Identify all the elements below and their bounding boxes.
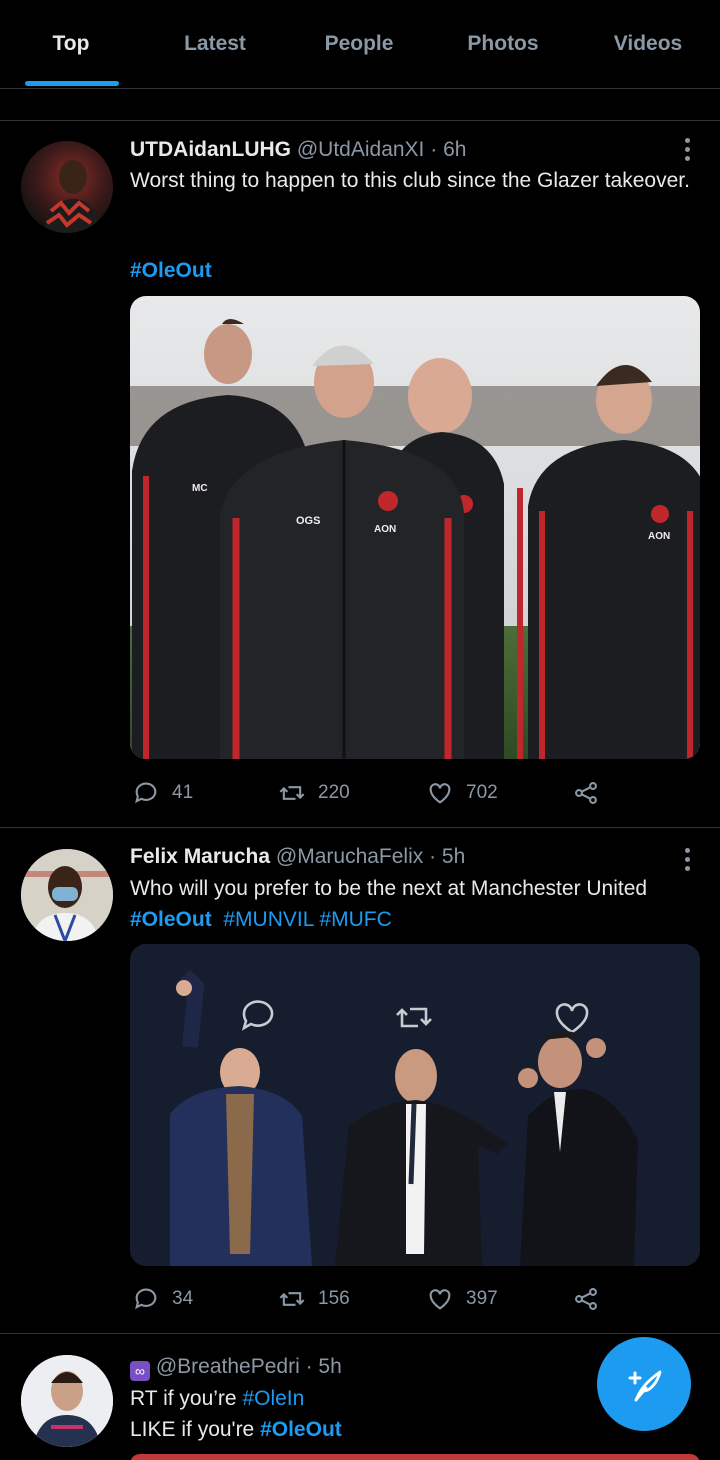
tab-label: Top [52,32,90,55]
tab-label: Latest [184,32,246,55]
reply-button[interactable]: 41 [132,777,193,809]
text-segment: RT if you’re [130,1387,243,1410]
avatar[interactable] [21,849,113,941]
badge-mc: MC [192,483,208,494]
tab-latest[interactable]: Latest [142,0,288,88]
badge-ogs: OGS [296,515,320,527]
retweet-count: 156 [318,1288,350,1309]
tweet-actions: 34 156 397 [130,1283,610,1315]
tweet-card[interactable]: Felix Marucha @MaruchaFelix · 5h Who wil… [0,828,720,1333]
username[interactable]: @BreathePedri [156,1355,300,1378]
badge-aon: AON [374,524,396,535]
retweet-icon [279,1292,305,1306]
tab-label: Photos [467,32,539,55]
tweet-actions: 41 220 702 [130,777,610,809]
tab-people[interactable]: People [288,0,430,88]
heart-icon [429,1289,451,1310]
hashtag-link[interactable]: #MUFC [319,908,391,931]
tweet-header: ∞ @BreathePedri · 5h [130,1355,342,1381]
more-icon[interactable] [684,138,692,165]
hashtag-link[interactable]: #OleOut [260,1418,342,1441]
retweet-icon [279,786,305,800]
tweet-header: UTDAidanLUHG @UtdAidanXI · 6h [130,138,466,162]
tab-top[interactable]: Top [0,0,142,88]
verified-symbol-icon: ∞ [130,1361,150,1381]
hashtags: #OleOut #MUNVIL #MUFC [130,904,700,935]
tweet-photo[interactable] [130,944,700,1266]
tweet-text: Who will you prefer to be the next at Ma… [130,877,648,900]
tweet-card[interactable]: UTDAidanLUHG @UtdAidanXI · 6h Worst thin… [0,121,720,827]
display-name[interactable]: UTDAidanLUHG [130,138,291,161]
avatar[interactable] [21,1355,113,1447]
compose-tweet-button[interactable] [597,1337,691,1431]
retweet-count: 220 [318,782,350,803]
search-tabs: Top Latest People Photos Videos [0,0,720,89]
active-tab-indicator [25,81,119,86]
compose-tweet-icon [628,1370,662,1402]
reply-button[interactable]: 34 [132,1283,193,1315]
tab-videos[interactable]: Videos [576,0,720,88]
hashtag-link[interactable]: #OleIn [242,1387,304,1410]
share-icon [575,782,597,804]
like-button[interactable]: 397 [426,1283,498,1315]
reply-count: 41 [172,782,194,803]
badge-aon-right: AON [648,531,670,542]
share-icon [575,1288,597,1310]
reply-count: 34 [172,1288,194,1309]
text-segment: LIKE if you're [130,1418,261,1441]
timestamp: · 5h [429,845,466,868]
hashtag-link[interactable]: #OleOut [130,908,212,931]
retweet-button[interactable]: 220 [278,777,350,809]
tweet-header: Felix Marucha @MaruchaFelix · 5h [130,845,465,869]
share-button[interactable] [572,777,612,809]
display-name[interactable]: Felix Marucha [130,845,270,868]
hashtag-link[interactable]: #OleOut [130,255,700,286]
reply-icon [135,782,157,804]
avatar[interactable] [21,141,113,233]
tab-photos[interactable]: Photos [430,0,576,88]
tab-label: Videos [613,32,683,55]
tweet-photo[interactable] [130,1454,700,1460]
like-button[interactable]: 702 [426,777,498,809]
timestamp: · 6h [430,138,467,161]
username[interactable]: @UtdAidanXI [297,138,425,161]
username[interactable]: @MaruchaFelix [276,845,423,868]
tab-label: People [324,32,394,55]
like-count: 702 [466,782,498,803]
hashtag-link[interactable]: #MUNVIL [223,908,313,931]
like-count: 397 [466,1288,498,1309]
reply-icon [135,1288,157,1310]
tweet-text: Worst thing to happen to this club since… [130,169,690,192]
more-icon[interactable] [684,848,692,875]
timestamp: · 5h [305,1355,342,1378]
retweet-button[interactable]: 156 [278,1283,350,1315]
heart-icon [429,783,451,804]
share-button[interactable] [572,1283,612,1315]
tweet-photo[interactable]: MC AON OGS AON [130,296,700,759]
